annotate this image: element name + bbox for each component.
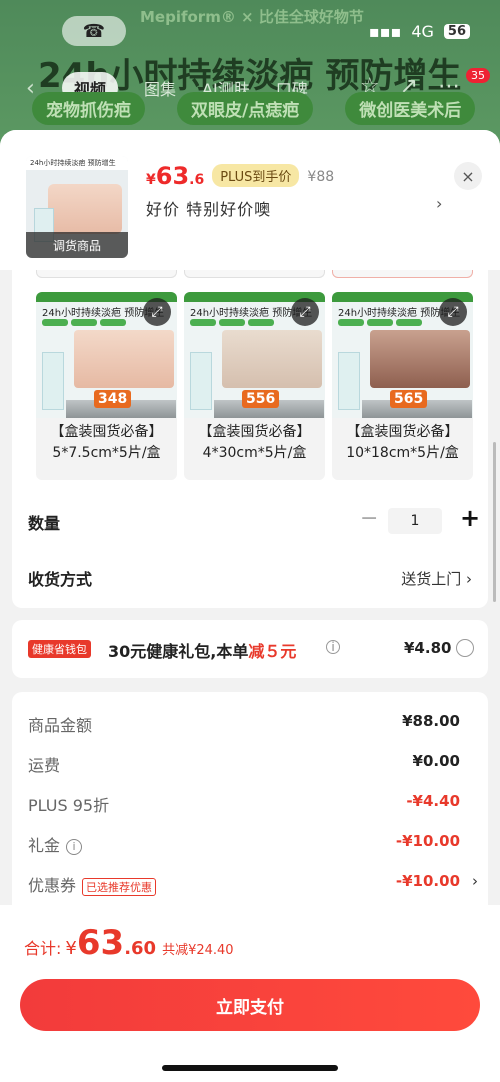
face-photo [74, 330, 174, 388]
health-wallet-radio[interactable] [456, 639, 474, 657]
info-icon[interactable]: i [326, 640, 340, 654]
signal-icon: ▪▪▪ [368, 22, 402, 41]
zoom-icon[interactable]: ⤢ [143, 298, 171, 326]
summary-value: ¥0.00 [412, 752, 460, 770]
battery-icon: 56 [443, 24, 470, 39]
current-price: ¥63.6 [146, 162, 205, 190]
variant-label-line1: 【盒装囤货必备】 [50, 424, 163, 440]
variant-label-line1: 【盒装囤货必备】 [198, 424, 311, 440]
product-thumbnail[interactable]: 24h小时持续淡疤 预防增生 调货商品 [26, 156, 128, 258]
shipping-label: 收货方式 [28, 570, 93, 589]
thumb-title: 24h小时持续淡疤 预防增生 [26, 156, 128, 170]
neck-photo [370, 330, 470, 388]
variant-card: 24h小时持续淡疤 预防增生 348 ⤢ 【盒装囤货必备】 5*7.5cm*5片… [12, 270, 488, 608]
variant-label-line2: 4*30cm*5片/盒 [202, 445, 307, 461]
chevron-right-icon[interactable]: › [436, 194, 442, 213]
variant-label-line2: 5*7.5cm*5片/盒 [52, 445, 161, 461]
summary-label: 优惠券 已选推荐优惠 [28, 872, 157, 896]
variant-image-tags [190, 319, 274, 326]
variant-price-tag: 565 [390, 390, 428, 408]
pill-eyelid: 双眼皮/点痣疤 [177, 92, 314, 125]
health-wallet-price: ¥4.80 [404, 639, 452, 657]
quantity-row: 数量 − 1 + [28, 504, 480, 536]
product-box-image [190, 352, 212, 410]
total-yen: ¥ [65, 938, 77, 959]
scar-photo [222, 330, 322, 388]
pay-now-button[interactable]: 立即支付 [20, 979, 480, 1031]
variant-option[interactable]: 24h小时持续淡疤 预防增生 556 ⤢ 【盒装囤货必备】 4*30cm*5片/… [184, 292, 325, 480]
pill-cosmetic: 微创医美术后 [345, 92, 476, 125]
quantity-increase-button[interactable]: + [460, 504, 480, 532]
summary-label: 商品金额 [28, 716, 93, 735]
variant-price-tag: 348 [94, 390, 132, 408]
quantity-input[interactable]: 1 [388, 508, 442, 534]
message-count-badge: 35 [466, 68, 490, 83]
summary-row-freight: 运费 ¥0.00 [28, 752, 472, 776]
original-price: ¥88 [307, 169, 335, 185]
checkout-footer: 合计: ¥ 63 .60 共减¥24.40 立即支付 [0, 905, 500, 1082]
network-label: 4G [411, 22, 434, 41]
health-wallet-tag: 健康省钱包 [28, 640, 91, 658]
previous-row-edge [184, 270, 325, 278]
background-banner: Mepiform® × 比佳全球好物节 [140, 8, 364, 26]
scrollbar[interactable] [493, 442, 496, 602]
variant-list: 24h小时持续淡疤 预防增生 348 ⤢ 【盒装囤货必备】 5*7.5cm*5片… [36, 292, 473, 480]
summary-row-gift: 礼金 i -¥10.00 [28, 832, 472, 856]
summary-value: ¥88.00 [402, 712, 460, 730]
variant-label: 【盒装囤货必备】 5*7.5cm*5片/盒 [36, 422, 177, 464]
background-pills: 宠物抓伤疤 双眼皮/点痣疤 微创医美术后 [32, 92, 476, 125]
variant-label-line2: 10*18cm*5片/盒 [346, 445, 459, 461]
zoom-icon[interactable]: ⤢ [291, 298, 319, 326]
variant-image-tags [338, 319, 422, 326]
price-subtitle[interactable]: 好价 特别好价噢 [146, 196, 271, 220]
quantity-decrease-button[interactable]: − [360, 506, 378, 531]
plus-price-tag: PLUS到手价 [212, 164, 300, 187]
previous-row-edge-selected [332, 270, 473, 278]
variant-label: 【盒装囤货必备】 10*18cm*5片/盒 [332, 422, 473, 464]
variant-option[interactable]: 24h小时持续淡疤 预防增生 348 ⤢ 【盒装囤货必备】 5*7.5cm*5片… [36, 292, 177, 480]
home-indicator[interactable] [162, 1065, 338, 1071]
total-price: 合计: ¥ 63 .60 共减¥24.40 [24, 923, 234, 963]
chevron-right-icon[interactable]: › [472, 872, 478, 890]
price-row: ¥63.6 PLUS到手价 ¥88 [146, 162, 334, 190]
shipping-value[interactable]: 送货上门 › [401, 568, 472, 589]
summary-value: -¥4.40 [406, 792, 460, 810]
status-bar: ▪▪▪ 4G 56 [369, 22, 470, 41]
health-wallet-card: 健康省钱包 30元健康礼包,本单减５元 i ¥4.80 [12, 620, 488, 678]
quantity-label: 数量 [28, 514, 61, 533]
summary-row-goods: 商品金额 ¥88.00 [28, 712, 472, 736]
variant-label-line1: 【盒装囤货必备】 [346, 424, 459, 440]
product-box-image [338, 352, 360, 410]
total-dec: .60 [124, 938, 157, 959]
summary-label: PLUS 95折 [28, 796, 110, 815]
coupon-badge: 已选推荐优惠 [82, 877, 157, 896]
variant-label: 【盒装囤货必备】 4*30cm*5片/盒 [184, 422, 325, 464]
variant-price-tag: 556 [242, 390, 280, 408]
health-wallet-text: 30元健康礼包,本单减５元 [108, 642, 297, 661]
price-summary-card: 商品金额 ¥88.00 运费 ¥0.00 PLUS 95折 -¥4.40 礼金 i… [12, 692, 488, 922]
summary-value: -¥10.00 [395, 832, 460, 850]
summary-row-plus: PLUS 95折 -¥4.40 [28, 792, 472, 816]
summary-row-coupon[interactable]: 优惠券 已选推荐优惠 -¥10.00 › [28, 872, 478, 896]
call-indicator-icon[interactable]: ☎ [62, 16, 126, 46]
total-label: 合计: [24, 939, 62, 958]
close-button[interactable]: × [454, 162, 482, 190]
thumb-face-image [48, 184, 122, 234]
summary-label: 礼金 i [28, 832, 83, 856]
thumb-label: 调货商品 [26, 232, 128, 258]
zoom-icon[interactable]: ⤢ [439, 298, 467, 326]
variant-image-tags [42, 319, 126, 326]
sheet-header: 24h小时持续淡疤 预防增生 调货商品 ¥63.6 PLUS到手价 ¥88 好价… [0, 130, 500, 270]
total-int: 63 [76, 923, 125, 963]
product-box-image [42, 352, 64, 410]
info-icon[interactable]: i [66, 838, 83, 855]
previous-row-edge [36, 270, 177, 278]
variant-option[interactable]: 24h小时持续淡疤 预防增生 565 ⤢ 【盒装囤货必备】 10*18cm*5片… [332, 292, 473, 480]
shipping-row[interactable]: 收货方式 送货上门 › [28, 564, 472, 594]
pill-pet-scratch: 宠物抓伤疤 [32, 92, 145, 125]
total-saved: 共减¥24.40 [162, 943, 234, 958]
summary-label: 运费 [28, 756, 61, 775]
summary-value: -¥10.00 [395, 872, 460, 890]
